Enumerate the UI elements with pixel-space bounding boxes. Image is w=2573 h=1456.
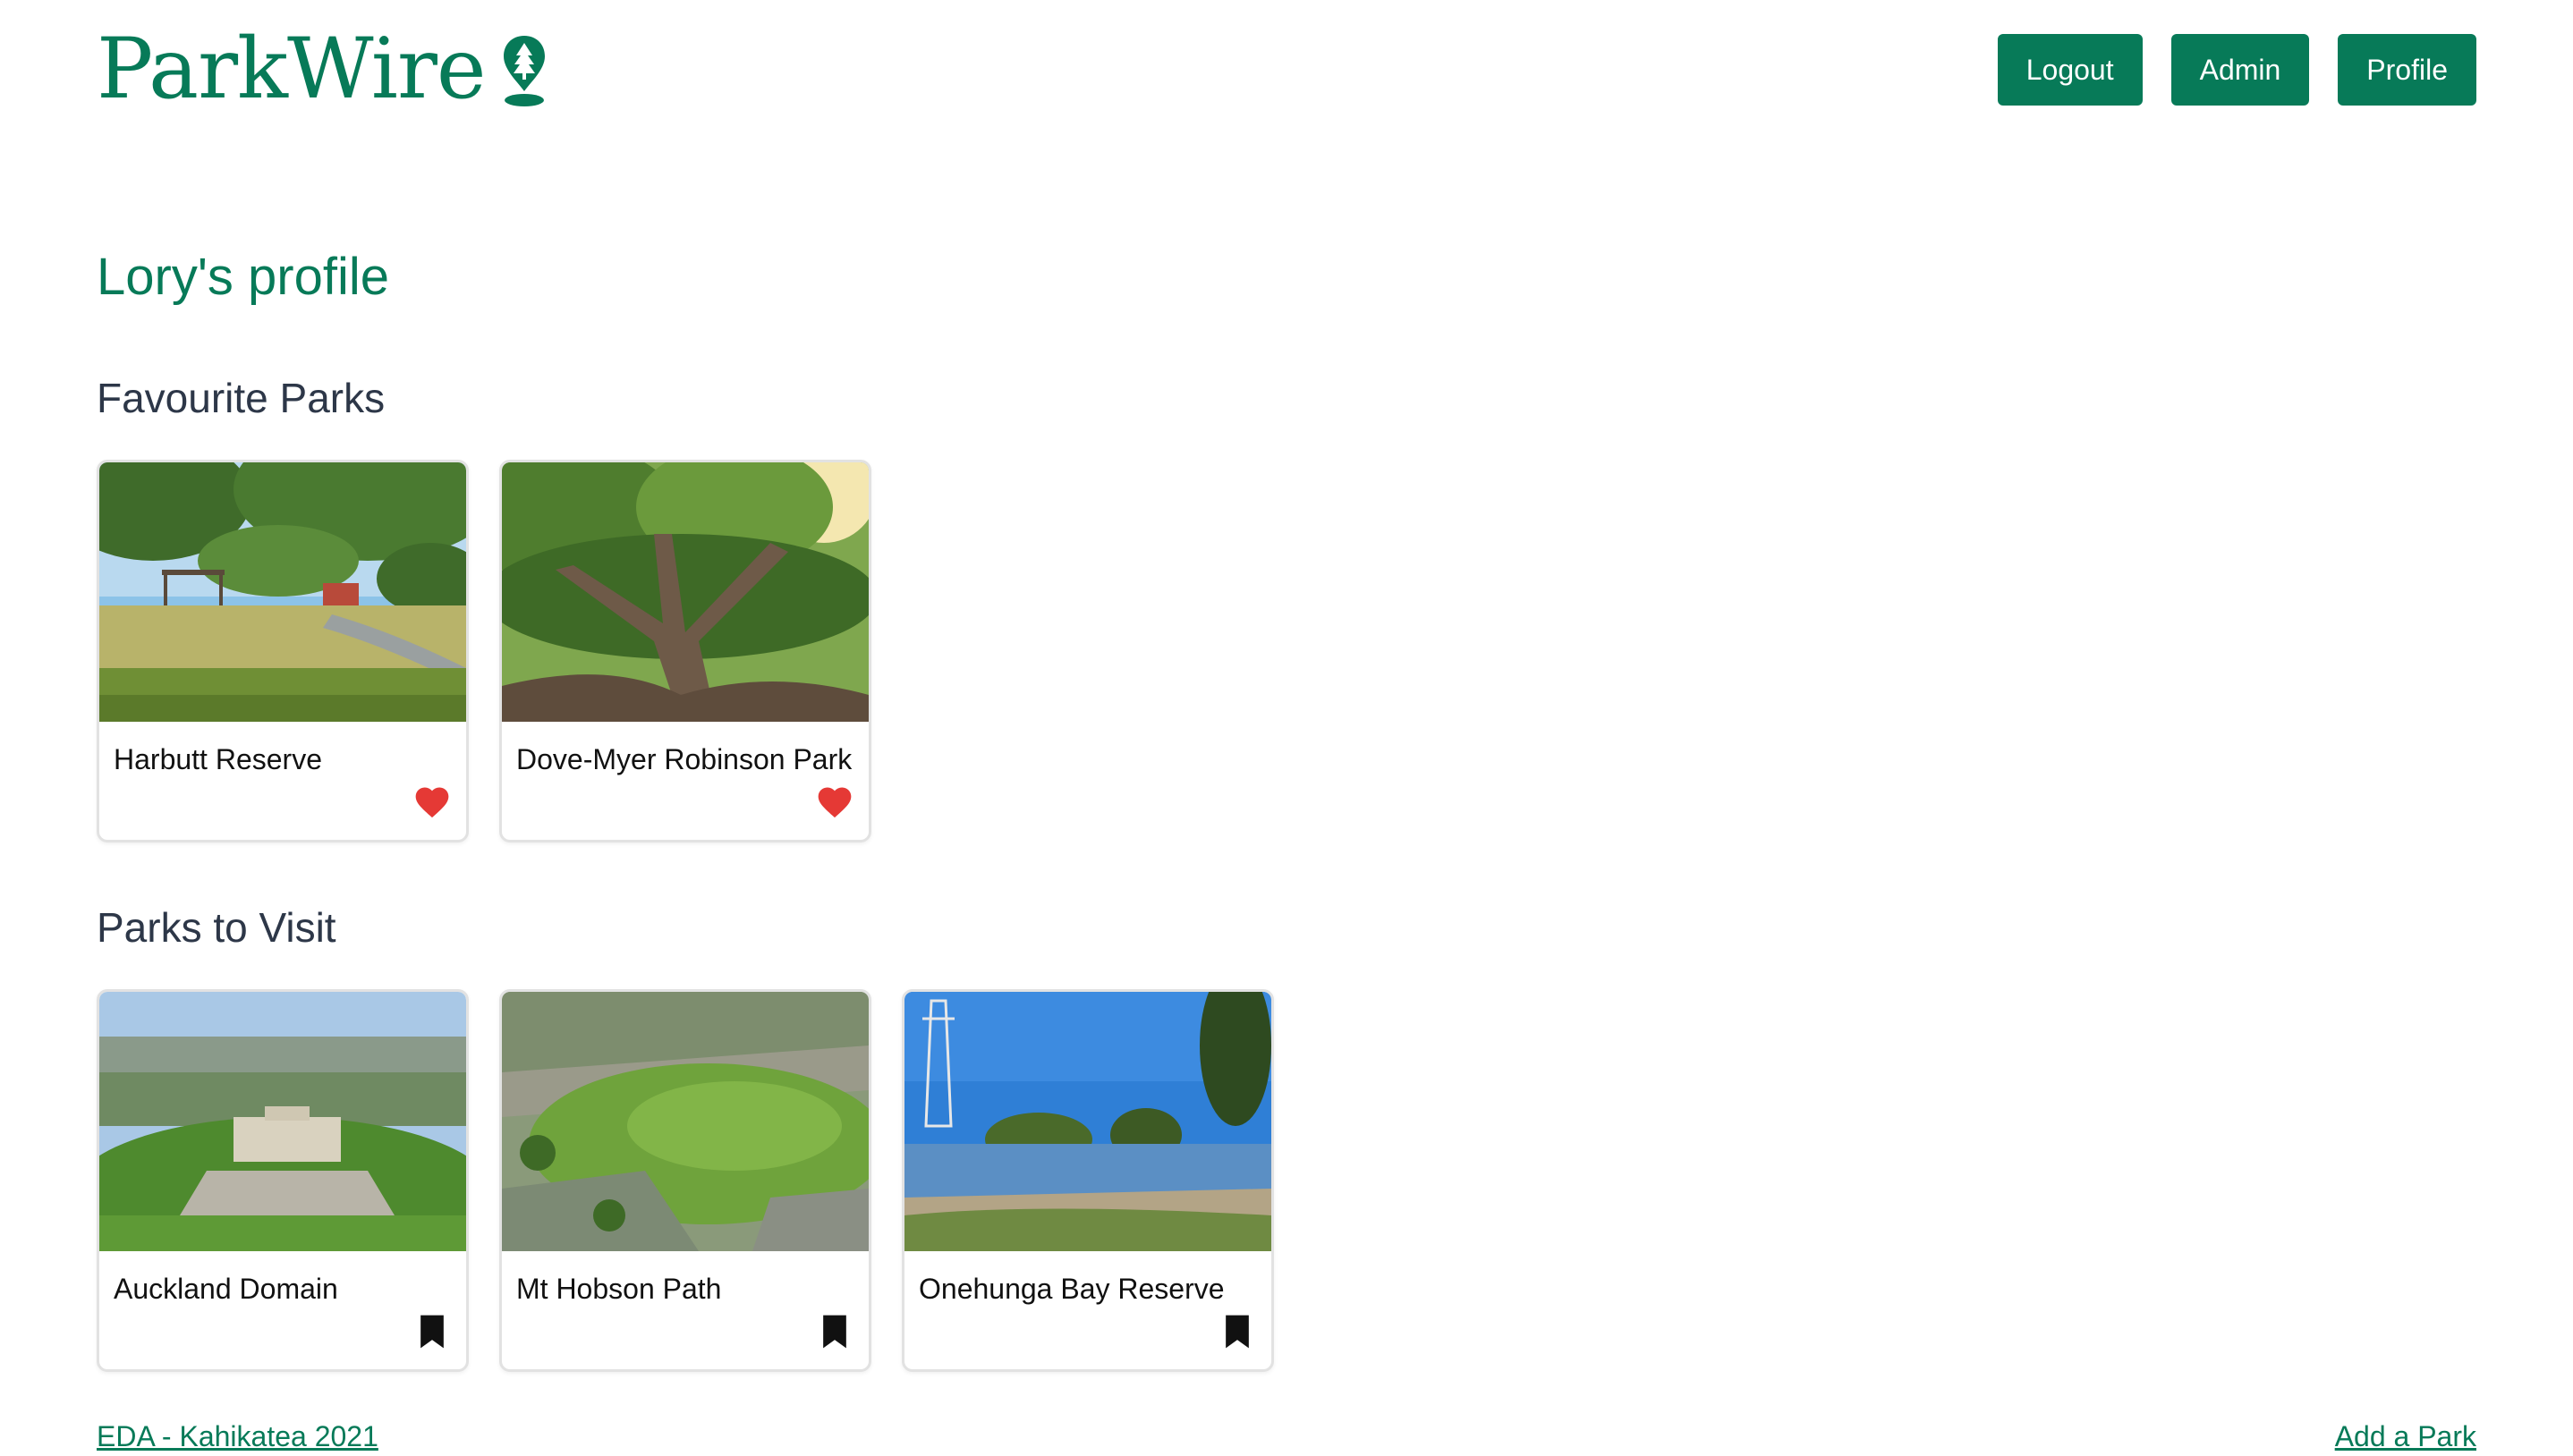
park-photo <box>502 992 869 1251</box>
profile-page: ParkWire Logout Admin Profile Lory's pro… <box>0 0 2573 1456</box>
park-photo <box>904 992 1271 1251</box>
park-card-dove-myer-robinson-park[interactable]: Dove-Myer Robinson Park <box>499 460 871 842</box>
park-photo <box>502 462 869 722</box>
parks-to-visit-heading: Parks to Visit <box>97 904 336 951</box>
site-header: ParkWire Logout Admin Profile <box>97 25 2476 114</box>
profile-button[interactable]: Profile <box>2338 34 2476 106</box>
favourite-parks-list: Harbutt Reserve Dove-Myer Robinson Park <box>97 460 871 842</box>
park-card-onehunga-bay-reserve[interactable]: Onehunga Bay Reserve <box>902 989 1274 1372</box>
top-nav: Logout Admin Profile <box>1997 34 2476 106</box>
park-card-harbutt-reserve[interactable]: Harbutt Reserve <box>97 460 469 842</box>
tree-pin-icon <box>503 36 545 106</box>
park-name: Onehunga Bay Reserve <box>919 1273 1225 1305</box>
park-name: Harbutt Reserve <box>114 743 322 775</box>
park-name: Auckland Domain <box>114 1273 338 1305</box>
park-photo <box>99 992 466 1251</box>
page-title: Lory's profile <box>97 248 389 306</box>
park-photo <box>99 462 466 722</box>
logo-text: ParkWire <box>97 21 487 118</box>
bookmark-icon[interactable] <box>1218 1312 1257 1351</box>
park-card-auckland-domain[interactable]: Auckland Domain <box>97 989 469 1372</box>
bookmark-icon[interactable] <box>815 1312 854 1351</box>
add-park-link[interactable]: Add a Park <box>2335 1420 2476 1453</box>
parks-to-visit-list: Auckland Domain Mt Hobson Path Onehunga … <box>97 989 1274 1372</box>
bookmark-icon[interactable] <box>412 1312 452 1351</box>
park-name: Mt Hobson Path <box>516 1273 722 1305</box>
park-name: Dove-Myer Robinson Park <box>516 743 853 775</box>
credit-link[interactable]: EDA - Kahikatea 2021 <box>97 1420 378 1453</box>
logout-button[interactable]: Logout <box>1997 34 2143 106</box>
heart-icon[interactable] <box>815 783 854 822</box>
admin-button[interactable]: Admin <box>2170 34 2310 106</box>
park-card-mt-hobson-path[interactable]: Mt Hobson Path <box>499 989 871 1372</box>
logo-link[interactable]: ParkWire <box>97 28 550 112</box>
favourite-parks-heading: Favourite Parks <box>97 375 386 421</box>
heart-icon[interactable] <box>412 783 452 822</box>
